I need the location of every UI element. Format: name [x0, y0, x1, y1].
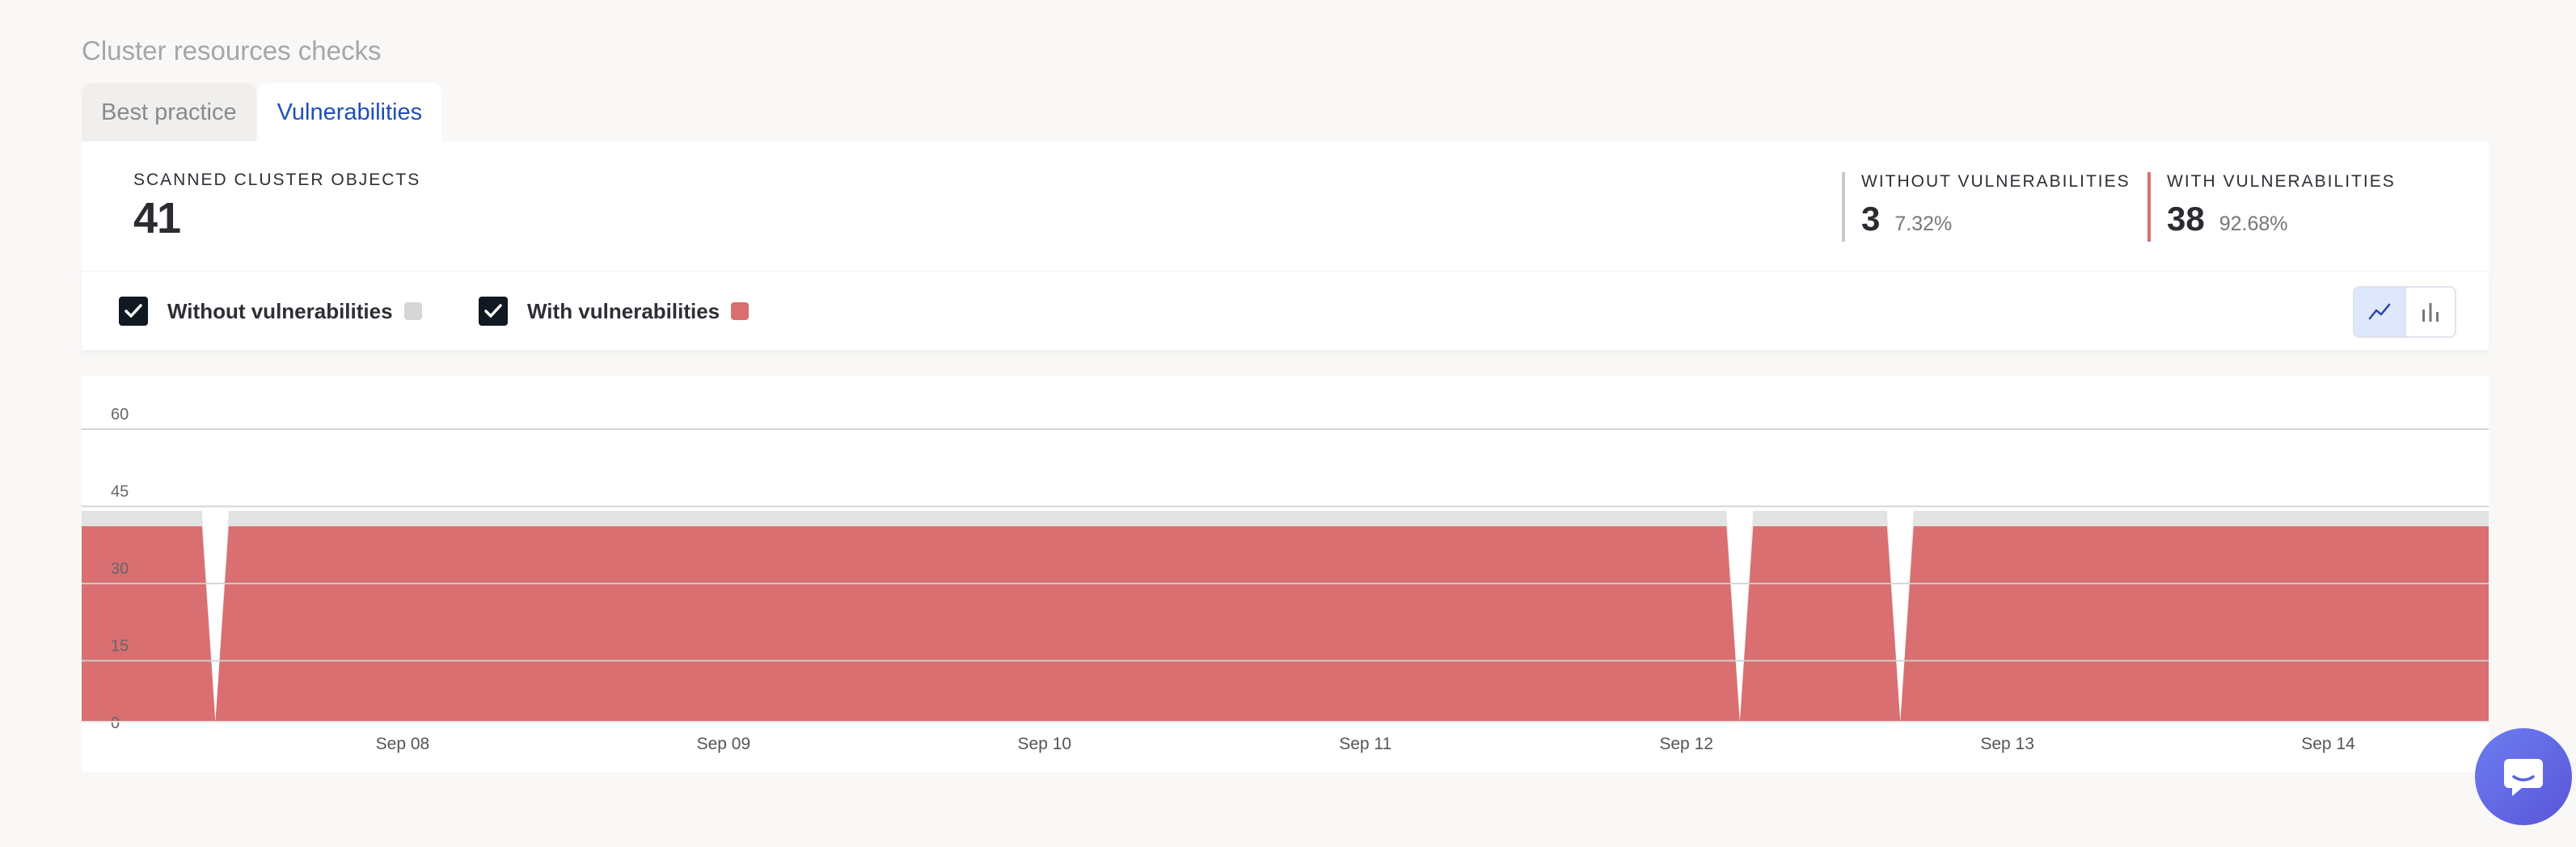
tab-bar: Best practice Vulnerabilities: [82, 83, 442, 141]
scanned-objects-label: Scanned cluster objects: [133, 171, 421, 189]
legend-with-vulnerabilities[interactable]: With vulnerabilities: [479, 297, 750, 326]
y-tick-label: 15: [111, 638, 129, 655]
tab-best-practice[interactable]: Best practice: [82, 83, 256, 141]
with-vulnerabilities-stat: With vulnerabilities 38 92.68%: [2147, 172, 2396, 242]
chat-icon: [2504, 759, 2543, 796]
x-tick-label: Sep 09: [697, 735, 751, 753]
line-chart-button[interactable]: [2354, 288, 2405, 336]
chart-canvas: 0 15 30 45 60 Sep 08 Sep 09 Sep 10 Sep 11 Sep 12 S…: [82, 406, 2489, 753]
line-chart-icon: [2368, 303, 2391, 320]
legend-swatch-without: [403, 302, 422, 320]
checkbox-without-vulnerabilities[interactable]: [119, 297, 148, 326]
chart-type-toggle: [2353, 286, 2456, 338]
scanned-objects-stat: Scanned cluster objects 41: [133, 171, 420, 243]
without-vulnerabilities-stat: Without vulnerabilities 3 7.32%: [1842, 172, 2130, 242]
x-tick-label: Sep 08: [376, 735, 430, 753]
without-vulnerabilities-label: Without vulnerabilities: [1861, 172, 2130, 191]
without-vulnerabilities-percent: 7.32%: [1894, 213, 1953, 235]
with-vulnerabilities-count: 38: [2167, 200, 2205, 238]
x-tick-label: Sep 10: [1018, 735, 1072, 753]
legend-bar: Without vulnerabilities With vulnerabili…: [82, 272, 2489, 350]
without-vulnerabilities-count: 3: [1861, 200, 1881, 238]
bar-chart-button[interactable]: [2405, 288, 2455, 336]
checkbox-with-vulnerabilities[interactable]: [479, 297, 508, 326]
y-tick-label: 45: [111, 483, 129, 501]
with-vulnerabilities-label: With vulnerabilities: [2167, 172, 2396, 191]
scanned-objects-value: 41: [133, 194, 181, 242]
x-tick-label: Sep 12: [1659, 735, 1713, 753]
section-title: Cluster resources checks: [82, 36, 382, 65]
legend-swatch-with: [731, 302, 750, 320]
vulnerabilities-chart: 0 15 30 45 60 Sep 08 Sep 09 Sep 10 Sep 11 Sep 12 S…: [82, 376, 2489, 772]
x-tick-label: Sep 13: [1980, 735, 2034, 753]
legend-label-with: With vulnerabilities: [527, 298, 720, 323]
tab-vulnerabilities[interactable]: Vulnerabilities: [257, 83, 442, 141]
checkmark-icon: [125, 304, 142, 318]
checkmark-icon: [484, 304, 502, 318]
stats-panel: Scanned cluster objects 41 Without vulne…: [82, 141, 2489, 271]
y-tick-label: 60: [111, 406, 129, 424]
chat-button[interactable]: [2475, 728, 2572, 825]
x-tick-label: Sep 11: [1339, 735, 1391, 753]
y-tick-label: 30: [111, 560, 129, 578]
legend-without-vulnerabilities[interactable]: Without vulnerabilities: [119, 297, 422, 326]
y-tick-label: 0: [111, 714, 120, 732]
bar-chart-icon: [2422, 303, 2439, 322]
legend-label-without: Without vulnerabilities: [167, 298, 393, 323]
with-vulnerabilities-percent: 92.68%: [2219, 213, 2288, 235]
x-tick-label: Sep 14: [2301, 735, 2355, 753]
area-with-vulnerabilities: [82, 526, 2489, 722]
